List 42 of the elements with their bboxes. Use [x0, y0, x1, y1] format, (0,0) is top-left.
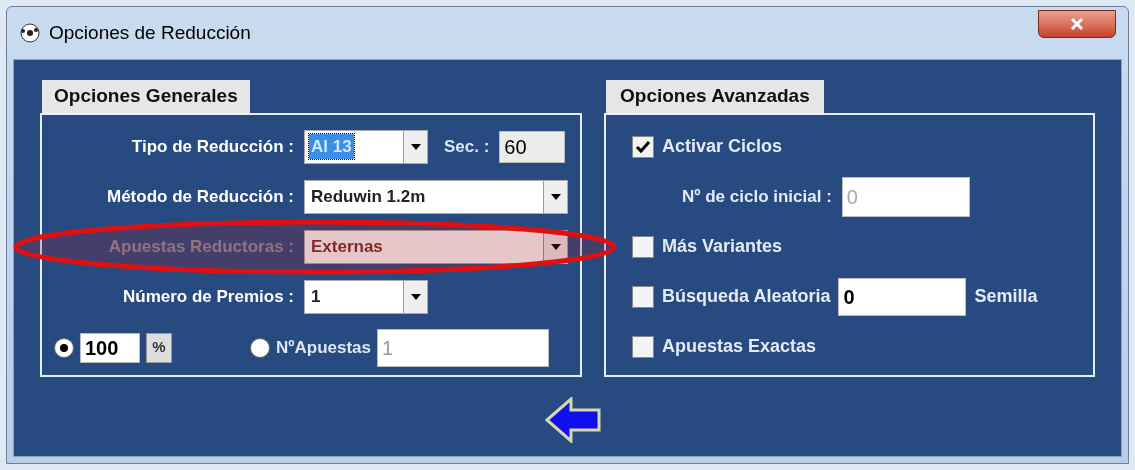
caret-icon [550, 193, 561, 200]
close-button[interactable] [1038, 10, 1116, 38]
field-label: Sec. : [444, 135, 490, 158]
field-label: Semilla [974, 285, 1038, 308]
caret-icon [550, 243, 561, 250]
back-button[interactable] [542, 394, 603, 445]
field-label: Método de Reducción : [106, 185, 294, 208]
field-label: Número de Premios : [122, 285, 294, 308]
radio-button[interactable] [250, 337, 270, 358]
input-field[interactable]: 0 [838, 277, 967, 316]
checkbox-label: Apuestas Exactas [662, 335, 817, 358]
field-label: Apuestas Reductoras : [107, 235, 294, 258]
checkbox-label: Búsqueda Aleatoria [662, 285, 831, 308]
dropdown-button[interactable] [403, 130, 427, 163]
caret-icon [410, 293, 421, 300]
dropdown-value: Externas [310, 235, 384, 258]
dropdown-value: Al 13 [309, 133, 354, 160]
dropdown-button[interactable] [543, 180, 567, 213]
checkbox-label: Más Variantes [662, 235, 783, 258]
dropdown[interactable]: 1 [304, 279, 428, 314]
field-label: Nº de ciclo inicial : [682, 185, 832, 208]
close-icon [1071, 18, 1083, 30]
radio-button[interactable] [54, 337, 74, 358]
dropdown-button[interactable] [543, 230, 567, 263]
dropdown[interactable]: Reduwin 1.2m [304, 179, 568, 214]
window-title: Opciones de Reducción [49, 20, 251, 45]
input-field[interactable]: 100 [80, 332, 140, 363]
field-label: NºApuestas [276, 336, 371, 359]
checkbox[interactable] [632, 135, 655, 158]
checkbox[interactable] [632, 235, 655, 258]
field-label: Tipo de Reducción : [130, 135, 294, 158]
input-field[interactable]: 60 [499, 130, 566, 163]
dropdown-value: 1 [310, 285, 322, 308]
checkbox[interactable] [632, 285, 655, 308]
checkbox-label: Activar Ciclos [662, 135, 783, 158]
left-arrow-icon [544, 396, 601, 443]
percent-button[interactable]: % [146, 332, 172, 363]
caret-icon [410, 143, 421, 150]
checkbox[interactable] [632, 335, 655, 358]
dropdown-button[interactable] [403, 280, 427, 313]
dropdown-value: Reduwin 1.2m [310, 185, 427, 208]
ball-icon [19, 22, 41, 44]
